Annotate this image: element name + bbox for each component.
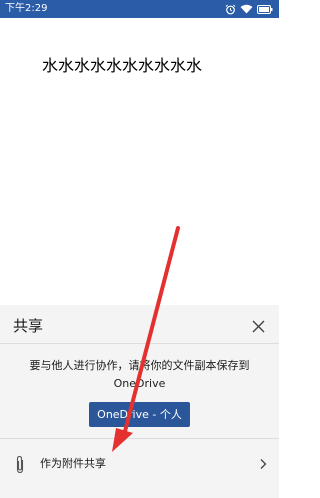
share-title: 共享 bbox=[13, 317, 44, 335]
battery-icon bbox=[257, 4, 273, 14]
wifi-icon bbox=[240, 4, 253, 14]
attach-label: 作为附件共享 bbox=[40, 457, 106, 470]
share-as-attachment-row[interactable]: 作为附件共享 bbox=[0, 439, 279, 498]
share-sheet: 共享 要与他人进行协作，请将你的文件副本保存到 OneDrive OneDriv… bbox=[0, 305, 279, 498]
status-bar: 下午2:29 bbox=[0, 0, 279, 18]
share-message: 要与他人进行协作，请将你的文件副本保存到 OneDrive bbox=[29, 359, 250, 390]
status-icons bbox=[225, 3, 273, 15]
divider bbox=[0, 343, 279, 344]
status-time: 下午2:29 bbox=[5, 3, 48, 14]
alarm-icon bbox=[225, 4, 236, 14]
paperclip-icon bbox=[16, 455, 24, 474]
onedrive-button[interactable]: OneDrive - 个人 bbox=[89, 402, 190, 427]
document-text[interactable]: 水水水水水水水水水水 bbox=[42, 56, 202, 76]
close-button[interactable] bbox=[249, 317, 267, 335]
document-canvas[interactable]: 水水水水水水水水水水 bbox=[0, 18, 279, 305]
close-icon bbox=[252, 320, 264, 332]
chevron-right-icon bbox=[260, 459, 267, 469]
